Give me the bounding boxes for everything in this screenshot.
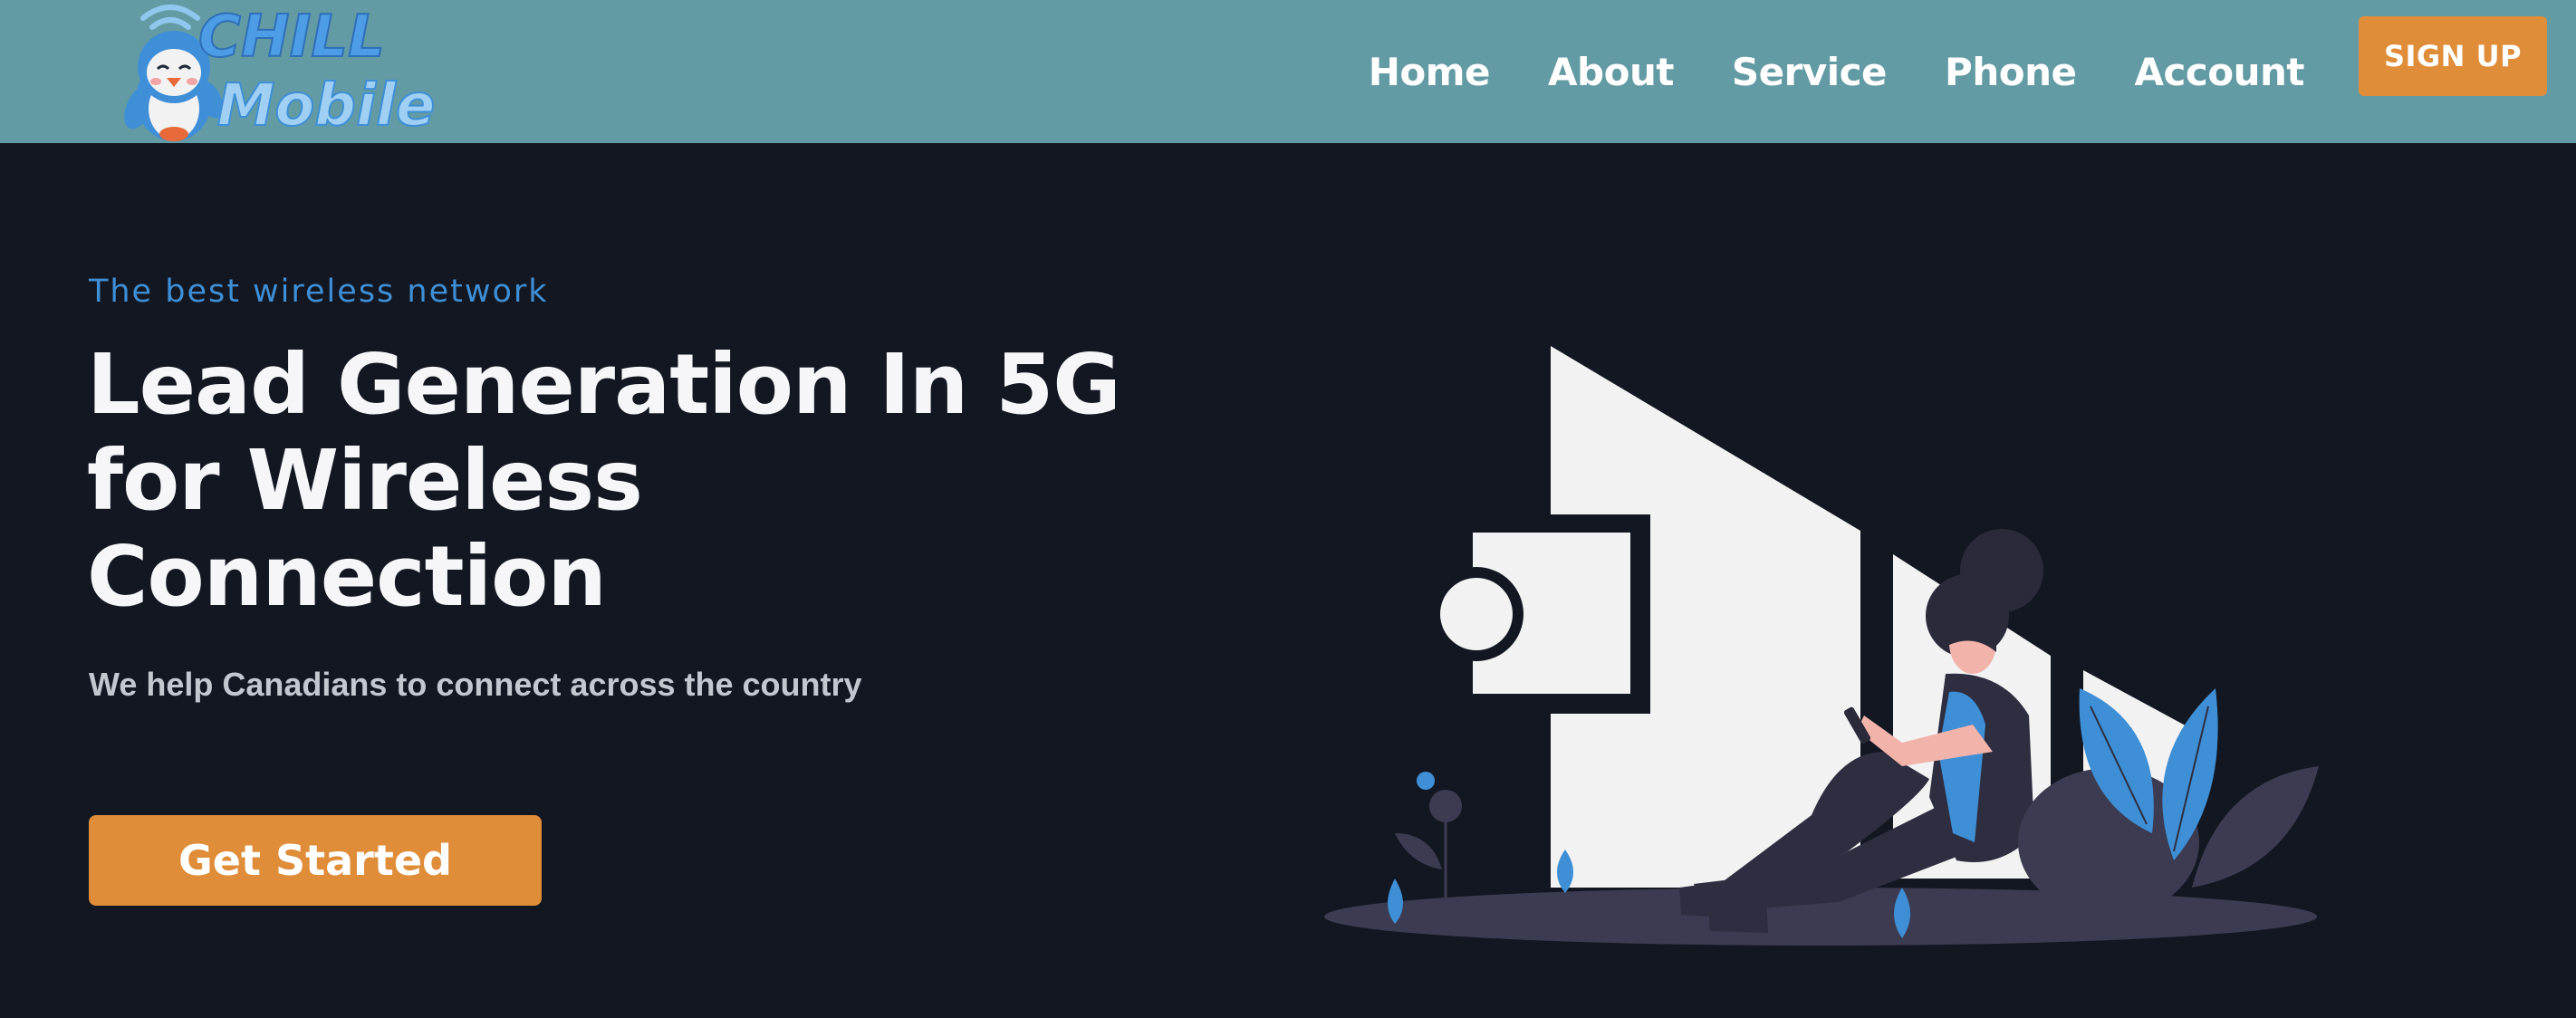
- nav-home[interactable]: Home: [1369, 50, 1491, 94]
- hero-title-line-3: Connection: [87, 528, 607, 625]
- get-started-button[interactable]: Get Started: [89, 815, 542, 906]
- nav-about[interactable]: About: [1548, 50, 1674, 94]
- hero-tagline: The best wireless network: [89, 274, 549, 310]
- brand-logo[interactable]: CHILL Mobile: [87, 0, 449, 143]
- hero-title: Lead Generation In 5G for Wireless Conne…: [87, 337, 1174, 625]
- brand-line-2: Mobile: [217, 72, 436, 139]
- nav-links: Home About Service Phone Account: [1311, 0, 2305, 143]
- hero-title-line-2: for Wireless: [87, 432, 643, 529]
- signup-button[interactable]: SIGN UP: [2359, 16, 2547, 96]
- brand-line-1: CHILL: [198, 4, 385, 71]
- nav-service[interactable]: Service: [1732, 50, 1888, 94]
- nav-account[interactable]: Account: [2134, 50, 2304, 94]
- wifi-icon: [140, 5, 200, 30]
- nav-phone[interactable]: Phone: [1945, 50, 2077, 94]
- hero-subtitle: We help Canadians to connect across the …: [89, 666, 862, 703]
- top-navbar: CHILL Mobile Home About Service Phone Ac…: [0, 0, 2576, 143]
- hero-title-line-1: Lead Generation In 5G: [87, 336, 1121, 433]
- hero-illustration: [1304, 326, 2337, 960]
